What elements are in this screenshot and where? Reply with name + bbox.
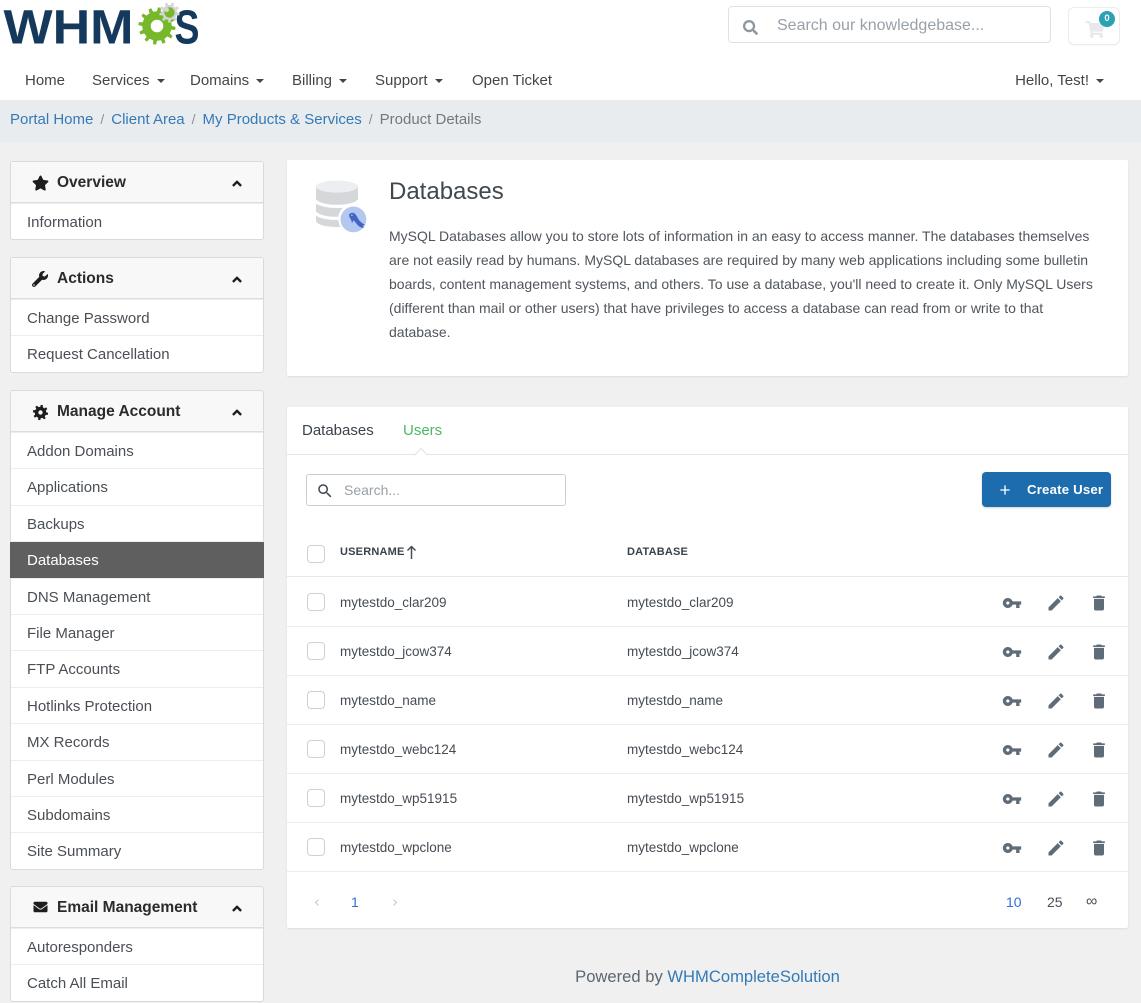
svg-text:WHM: WHM bbox=[4, 2, 134, 51]
